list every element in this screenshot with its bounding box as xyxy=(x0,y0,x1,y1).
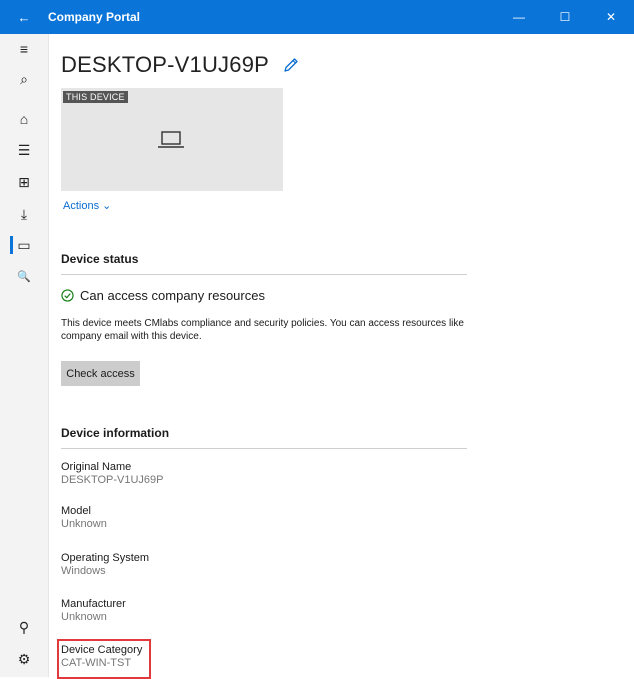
device-name: DESKTOP-V1UJ69P xyxy=(61,52,270,77)
device-details: DESKTOP-V1UJ69P THIS DEVICE Actions ⌄ De… xyxy=(57,34,634,679)
info-label: Operating System xyxy=(61,552,150,564)
downloads-icon[interactable]: ⤓ xyxy=(0,199,48,229)
info-manufacturer: Manufacturer Unknown xyxy=(61,598,126,623)
close-button[interactable]: ✕ xyxy=(588,0,634,34)
apps-list-icon[interactable]: ☰ xyxy=(0,135,48,165)
navigation-sidebar: ≡ ⌕ ⌂ ☰ ⊞ ⤓ ▭ 🔍 ⚲ ⚙ xyxy=(0,34,49,677)
device-status-heading: Device status xyxy=(61,252,139,266)
menu-icon[interactable]: ≡ xyxy=(0,34,48,64)
info-label: Original Name xyxy=(61,461,132,473)
device-information-heading: Device information xyxy=(61,426,170,440)
actions-dropdown[interactable]: Actions ⌄ xyxy=(63,199,111,212)
maximize-button[interactable]: ☐ xyxy=(542,0,588,34)
title-bar: ← Company Portal — ☐ ✕ xyxy=(0,0,634,34)
categories-icon[interactable]: ⊞ xyxy=(0,167,48,197)
settings-icon[interactable]: ⚙ xyxy=(0,644,48,674)
info-value: Unknown xyxy=(61,611,107,623)
check-access-button[interactable]: Check access xyxy=(61,361,140,386)
info-original-name: Original Name DESKTOP-V1UJ69P xyxy=(61,461,164,486)
info-label: Model xyxy=(61,505,91,517)
device-category-highlight xyxy=(57,639,151,679)
info-value: DESKTOP-V1UJ69P xyxy=(61,474,164,486)
account-icon[interactable]: ⚲ xyxy=(0,612,48,642)
window-controls: — ☐ ✕ xyxy=(496,0,634,34)
edit-pencil-icon[interactable] xyxy=(283,57,299,73)
laptop-icon xyxy=(158,131,184,148)
app-title: Company Portal xyxy=(48,10,141,24)
status-description: This device meets CMlabs compliance and … xyxy=(61,318,464,342)
this-device-badge: THIS DEVICE xyxy=(63,91,128,103)
status-row: Can access company resources xyxy=(61,288,265,303)
info-value: Unknown xyxy=(61,518,107,530)
search-icon[interactable]: ⌕ xyxy=(0,64,48,94)
help-support-icon[interactable]: 🔍 xyxy=(0,261,48,291)
device-name-heading: DESKTOP-V1UJ69P xyxy=(61,52,299,78)
divider xyxy=(61,448,467,449)
home-icon[interactable]: ⌂ xyxy=(0,104,48,134)
check-circle-icon xyxy=(61,289,74,302)
info-label: Manufacturer xyxy=(61,598,126,610)
info-model: Model Unknown xyxy=(61,505,107,530)
minimize-button[interactable]: — xyxy=(496,0,542,34)
divider xyxy=(61,274,467,275)
device-tile: THIS DEVICE xyxy=(61,88,283,191)
status-headline: Can access company resources xyxy=(80,288,265,303)
back-arrow-icon[interactable]: ← xyxy=(0,10,48,25)
devices-icon[interactable]: ▭ xyxy=(0,230,48,260)
info-operating-system: Operating System Windows xyxy=(61,552,149,577)
info-value: Windows xyxy=(61,565,106,577)
